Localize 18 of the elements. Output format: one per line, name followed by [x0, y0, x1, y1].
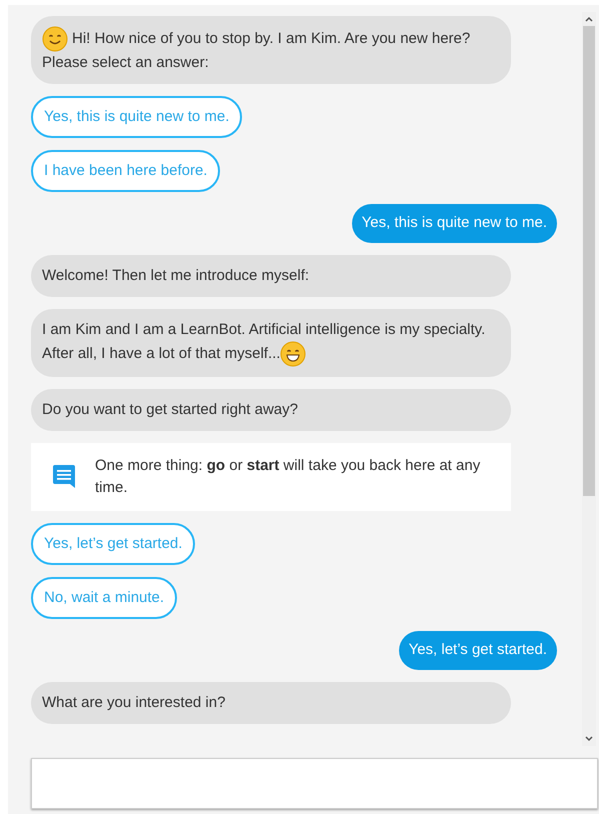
- user-message: Yes, let’s get started.: [398, 631, 557, 670]
- bot-message: What are you interested in?: [31, 682, 511, 724]
- bot-message: I am Kim and I am a LearnBot. Artificial intelligence is my specialty. After all, I have a lot of that myself...: [31, 309, 511, 377]
- message-input-field[interactable]: [31, 758, 598, 809]
- answer-option-button[interactable]: Yes, this is quite new to me.: [31, 96, 242, 138]
- answer-option-button[interactable]: I have been here before.: [31, 150, 220, 192]
- bot-message: Welcome! Then let me introduce myself:: [31, 255, 511, 297]
- bot-message: Hi! How nice of you to stop by. I am Kim. Are you new here? Please select an answer:: [31, 16, 511, 84]
- bot-message: Do you want to get started right away?: [31, 389, 511, 431]
- smiling-face-icon: [42, 26, 68, 52]
- user-message: Yes, this is quite new to me.: [352, 204, 557, 243]
- note-text: One more thing: go or start will take you back here at any time.: [95, 456, 482, 498]
- answer-option-button[interactable]: Yes, let’s get started.: [31, 523, 196, 565]
- answer-option-button[interactable]: No, wait a minute.: [31, 577, 178, 619]
- scrollbar[interactable]: [582, 12, 596, 746]
- grinning-face-icon: [280, 341, 306, 367]
- message-icon: [51, 464, 75, 490]
- scrollbar-thumb[interactable]: [583, 26, 595, 496]
